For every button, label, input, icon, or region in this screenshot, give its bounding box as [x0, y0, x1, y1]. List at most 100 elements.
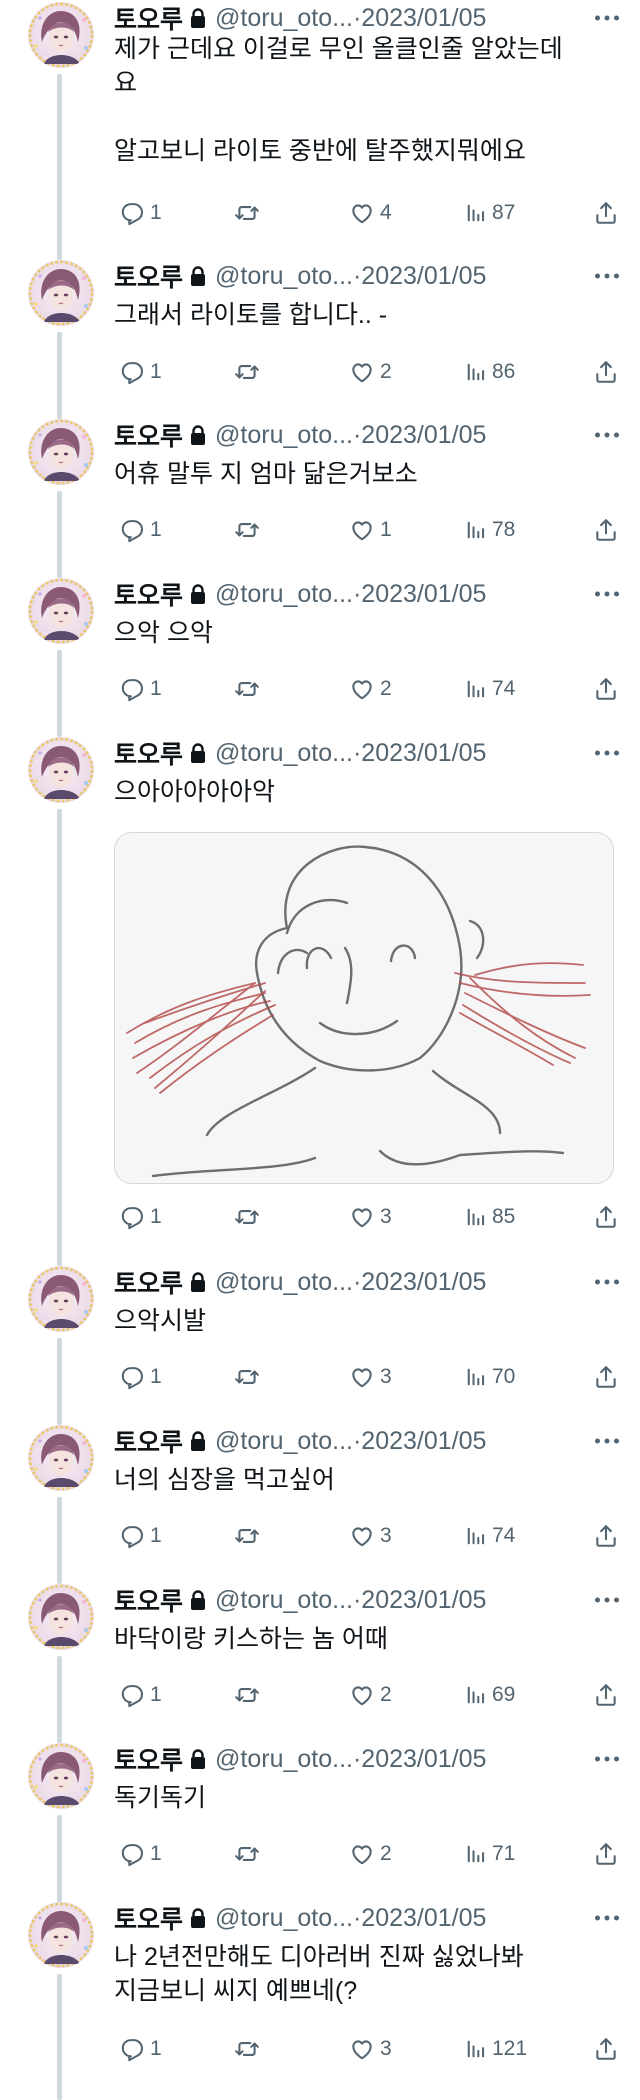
- tweet[interactable]: 토오루 @toru_oto... · 2023/01/05 나 2년전만해도 디아러…: [0, 1900, 640, 2100]
- more-dots-icon[interactable]: [590, 1743, 620, 1775]
- author-name[interactable]: 토오루: [114, 1423, 183, 1459]
- avatar[interactable]: [28, 1425, 94, 1491]
- views-button[interactable]: 70: [460, 1360, 515, 1394]
- tweet[interactable]: 토오루 @toru_oto... · 2023/01/05 바닥이랑 키스하는 놈 …: [0, 1582, 640, 1743]
- retweet-button[interactable]: [229, 672, 260, 706]
- tweet[interactable]: 토오루 @toru_oto... · 2023/01/05 으악시발 1 3 70: [0, 1264, 640, 1425]
- tweet[interactable]: 토오루 @toru_oto... · 2023/01/05 으아아아아아악 1 3 85: [0, 735, 640, 1266]
- tweet-date[interactable]: 2023/01/05: [361, 1745, 486, 1774]
- share-button[interactable]: [588, 1837, 619, 1871]
- avatar[interactable]: [28, 737, 94, 803]
- like-button[interactable]: 2: [344, 1678, 392, 1712]
- like-button[interactable]: 2: [344, 672, 392, 706]
- views-button[interactable]: 74: [460, 1519, 515, 1553]
- tweet[interactable]: 토오루 @toru_oto... · 2023/01/05 독기독기 1 2 71: [0, 1741, 640, 1902]
- views-button[interactable]: 85: [460, 1200, 515, 1234]
- views-button[interactable]: 87: [460, 196, 515, 230]
- author-handle[interactable]: @toru_oto...: [215, 421, 353, 450]
- tweet-date[interactable]: 2023/01/05: [361, 421, 486, 450]
- reply-button[interactable]: 1: [114, 1678, 162, 1712]
- avatar[interactable]: [28, 2, 94, 68]
- author-name[interactable]: 토오루: [114, 735, 183, 771]
- tweet-media-image[interactable]: [114, 832, 614, 1184]
- share-button[interactable]: [588, 1678, 619, 1712]
- like-button[interactable]: 3: [344, 1200, 392, 1234]
- author-name[interactable]: 토오루: [114, 0, 183, 36]
- retweet-button[interactable]: [229, 1678, 260, 1712]
- like-button[interactable]: 3: [344, 2032, 392, 2066]
- tweet-date[interactable]: 2023/01/05: [361, 1586, 486, 1615]
- share-button[interactable]: [588, 1200, 619, 1234]
- views-button[interactable]: 74: [460, 672, 515, 706]
- retweet-button[interactable]: [229, 355, 260, 389]
- author-handle[interactable]: @toru_oto...: [215, 1268, 353, 1297]
- share-button[interactable]: [588, 513, 619, 547]
- share-button[interactable]: [588, 355, 619, 389]
- reply-button[interactable]: 1: [114, 1360, 162, 1394]
- reply-button[interactable]: 1: [114, 1519, 162, 1553]
- avatar[interactable]: [28, 1743, 94, 1809]
- avatar[interactable]: [28, 1584, 94, 1650]
- share-button[interactable]: [588, 1519, 619, 1553]
- avatar[interactable]: [28, 578, 94, 644]
- tweet[interactable]: 토오루 @toru_oto... · 2023/01/05 그래서 라이토를 합니다…: [0, 258, 640, 419]
- author-handle[interactable]: @toru_oto...: [215, 262, 353, 291]
- author-name[interactable]: 토오루: [114, 1264, 183, 1300]
- tweet-date[interactable]: 2023/01/05: [361, 1268, 486, 1297]
- like-button[interactable]: 2: [344, 1837, 392, 1871]
- tweet-date[interactable]: 2023/01/05: [361, 580, 486, 609]
- share-button[interactable]: [588, 1360, 619, 1394]
- reply-button[interactable]: 1: [114, 672, 162, 706]
- tweet[interactable]: 토오루 @toru_oto... · 2023/01/05 너의 심장을 먹고싶어 1…: [0, 1423, 640, 1584]
- author-handle[interactable]: @toru_oto...: [215, 1904, 353, 1933]
- tweet[interactable]: 토오루 @toru_oto... · 2023/01/05 제가 근데요 이걸로 무…: [0, 0, 640, 260]
- tweet-date[interactable]: 2023/01/05: [361, 1427, 486, 1456]
- tweet-date[interactable]: 2023/01/05: [361, 4, 486, 33]
- like-button[interactable]: 4: [344, 196, 392, 230]
- author-handle[interactable]: @toru_oto...: [215, 1586, 353, 1615]
- retweet-button[interactable]: [229, 513, 260, 547]
- more-dots-icon[interactable]: [590, 578, 620, 610]
- author-handle[interactable]: @toru_oto...: [215, 1427, 353, 1456]
- views-button[interactable]: 69: [460, 1678, 515, 1712]
- more-dots-icon[interactable]: [590, 1902, 620, 1934]
- views-button[interactable]: 121: [460, 2032, 527, 2066]
- reply-button[interactable]: 1: [114, 1837, 162, 1871]
- more-dots-icon[interactable]: [590, 1584, 620, 1616]
- tweet[interactable]: 토오루 @toru_oto... · 2023/01/05 어휴 말투 지 엄마 닮…: [0, 417, 640, 578]
- author-handle[interactable]: @toru_oto...: [215, 580, 353, 609]
- tweet[interactable]: 토오루 @toru_oto... · 2023/01/05 으악 으악 1 2 74: [0, 576, 640, 737]
- author-handle[interactable]: @toru_oto...: [215, 4, 353, 33]
- more-dots-icon[interactable]: [590, 419, 620, 451]
- retweet-button[interactable]: [229, 1200, 260, 1234]
- retweet-button[interactable]: [229, 1837, 260, 1871]
- views-button[interactable]: 71: [460, 1837, 515, 1871]
- retweet-button[interactable]: [229, 1519, 260, 1553]
- reply-button[interactable]: 1: [114, 513, 162, 547]
- author-name[interactable]: 토오루: [114, 1900, 183, 1936]
- tweet-date[interactable]: 2023/01/05: [361, 1904, 486, 1933]
- views-button[interactable]: 86: [460, 355, 515, 389]
- like-button[interactable]: 2: [344, 355, 392, 389]
- like-button[interactable]: 1: [344, 513, 392, 547]
- reply-button[interactable]: 1: [114, 1200, 162, 1234]
- more-dots-icon[interactable]: [590, 1425, 620, 1457]
- tweet-date[interactable]: 2023/01/05: [361, 739, 486, 768]
- tweet-date[interactable]: 2023/01/05: [361, 262, 486, 291]
- like-button[interactable]: 3: [344, 1519, 392, 1553]
- author-handle[interactable]: @toru_oto...: [215, 1745, 353, 1774]
- share-button[interactable]: [588, 196, 619, 230]
- more-dots-icon[interactable]: [590, 1266, 620, 1298]
- author-name[interactable]: 토오루: [114, 417, 183, 453]
- author-name[interactable]: 토오루: [114, 258, 183, 294]
- share-button[interactable]: [588, 672, 619, 706]
- retweet-button[interactable]: [229, 196, 260, 230]
- retweet-button[interactable]: [229, 2032, 260, 2066]
- author-handle[interactable]: @toru_oto...: [215, 739, 353, 768]
- avatar[interactable]: [28, 1902, 94, 1968]
- like-button[interactable]: 3: [344, 1360, 392, 1394]
- more-dots-icon[interactable]: [590, 260, 620, 292]
- views-button[interactable]: 78: [460, 513, 515, 547]
- avatar[interactable]: [28, 419, 94, 485]
- more-dots-icon[interactable]: [590, 2, 620, 34]
